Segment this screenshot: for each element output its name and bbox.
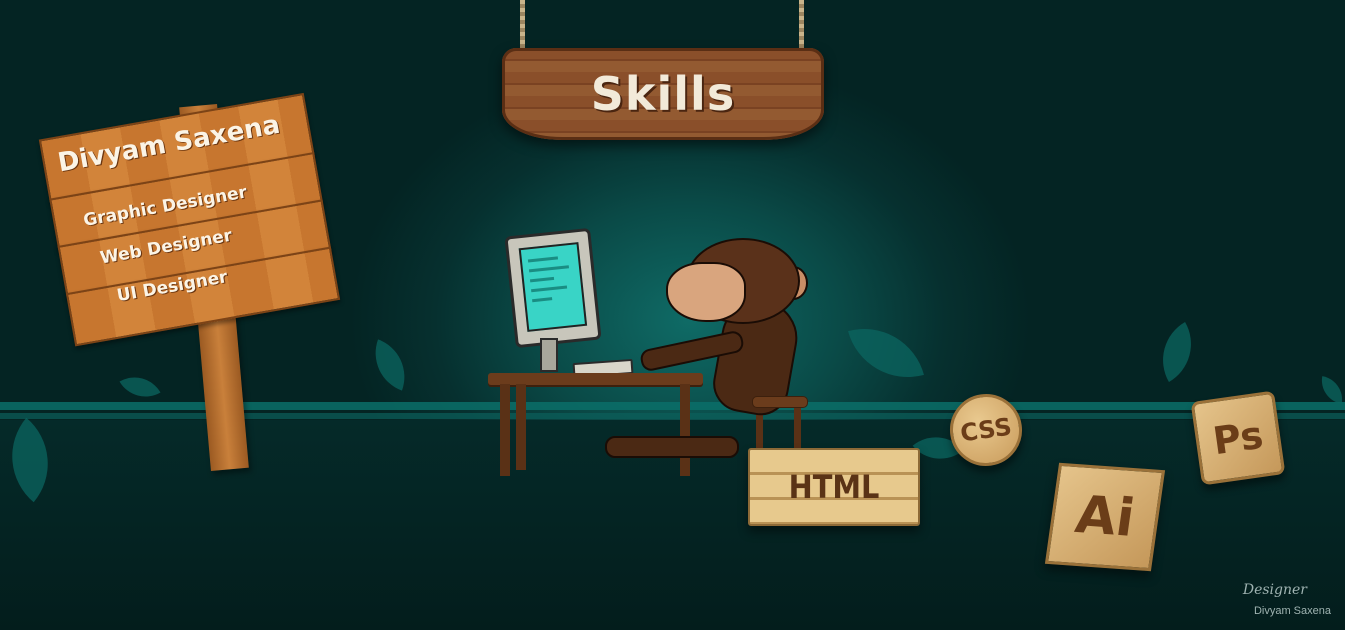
floor-stripe <box>0 402 1345 410</box>
floor-stripe <box>0 413 1345 419</box>
code-line <box>531 285 568 293</box>
page-title: Skills <box>590 67 736 121</box>
leaf-icon <box>1318 376 1345 404</box>
code-line <box>529 276 555 283</box>
skills-sign: Skills <box>502 48 824 140</box>
credit-name: Divyam Saxena <box>1253 605 1331 617</box>
code-line <box>532 297 553 303</box>
html-label: HTML <box>788 468 880 506</box>
computer-monitor <box>504 227 602 349</box>
leaf-icon <box>1146 321 1208 383</box>
ai-badge[interactable]: Ai <box>1044 462 1166 572</box>
desk-leg <box>516 384 526 470</box>
leaf-icon <box>364 339 416 391</box>
code-line <box>528 265 570 273</box>
ps-badge[interactable]: Ps <box>1190 390 1286 486</box>
credit-role: Designer <box>1242 582 1307 598</box>
ai-label: Ai <box>1071 485 1139 549</box>
leaf-icon <box>848 315 924 391</box>
ps-label: Ps <box>1210 412 1266 464</box>
html-badge[interactable]: HTML <box>748 448 920 526</box>
stool-seat <box>752 396 808 408</box>
monitor-screen <box>518 242 588 332</box>
monkey-leg <box>605 436 739 458</box>
code-line <box>527 256 559 263</box>
desk-leg <box>500 384 510 476</box>
signpost-board: Divyam Saxena Graphic Designer Web Desig… <box>38 92 341 347</box>
desk-leg <box>680 384 690 476</box>
skills-scene: Skills Divyam Saxena Graphic Designer We… <box>0 0 1345 630</box>
monitor-stand <box>540 338 558 372</box>
css-label: CSS <box>958 412 1014 448</box>
monkey-face <box>666 262 746 322</box>
